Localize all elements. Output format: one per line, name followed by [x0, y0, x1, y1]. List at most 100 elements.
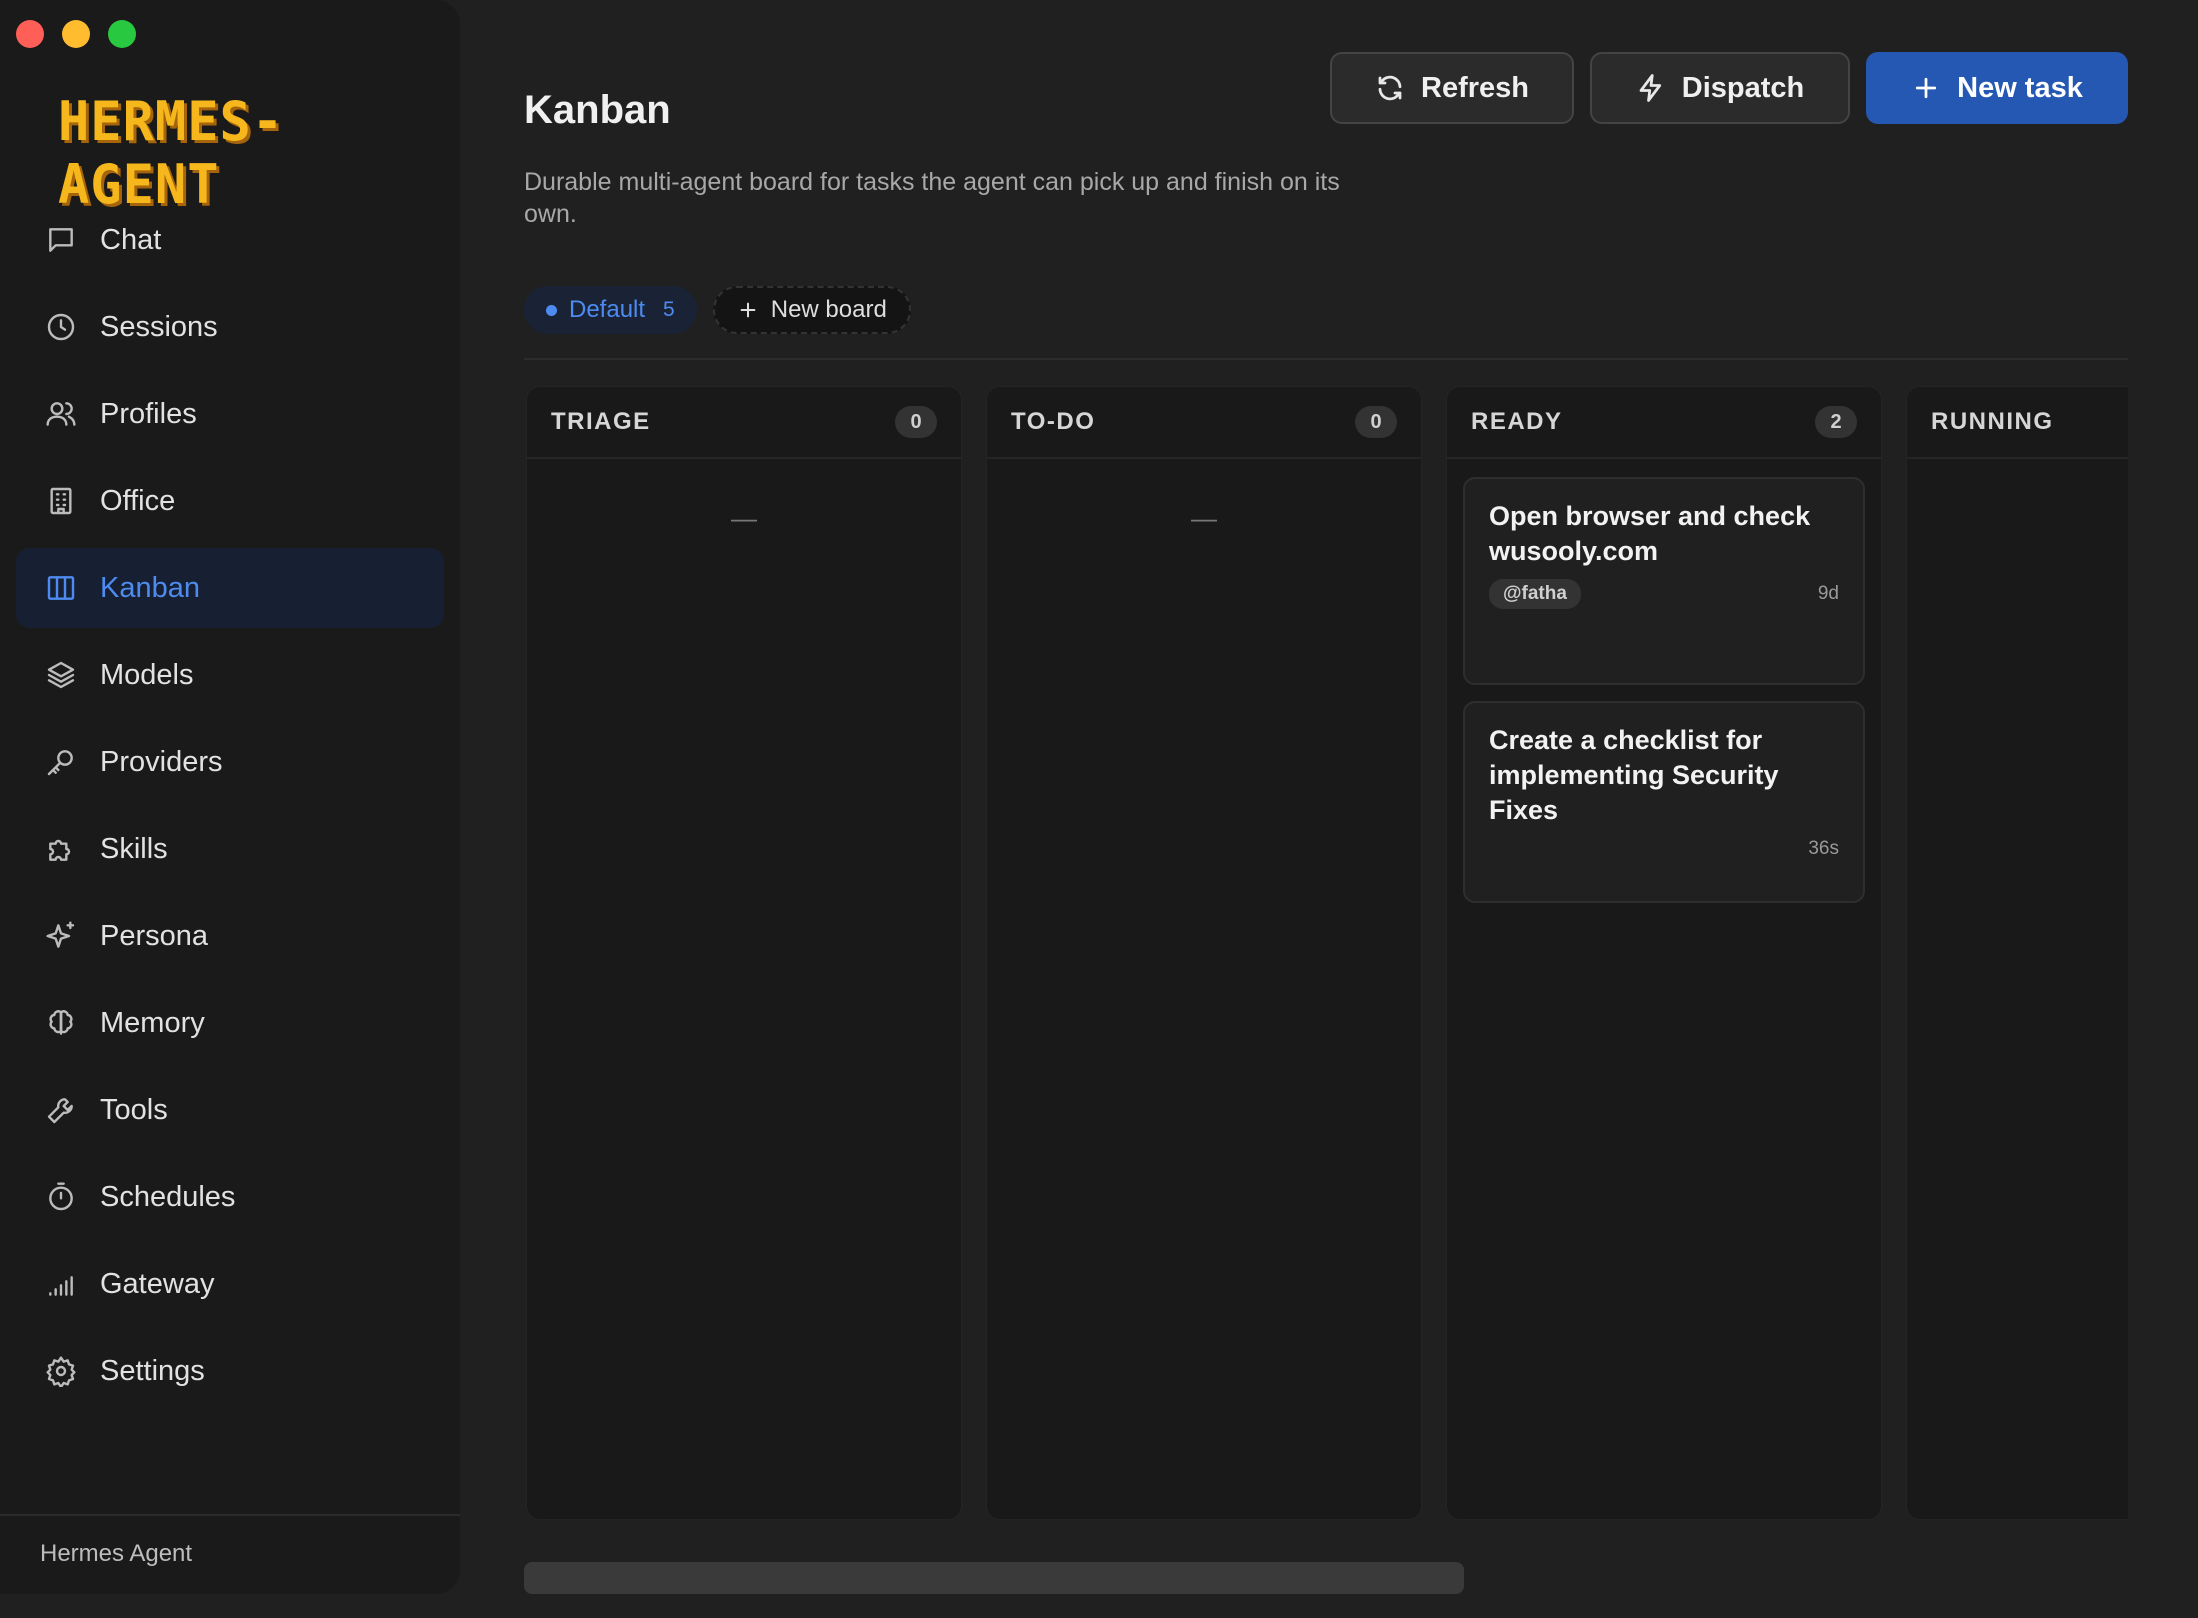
column-title: RUNNING — [1931, 408, 2054, 435]
sidebar-item-label: Profiles — [100, 397, 197, 430]
empty-placeholder: — — [1191, 503, 1217, 533]
refresh-button[interactable]: Refresh — [1330, 52, 1574, 124]
board-tab-default[interactable]: Default 5 — [524, 286, 697, 334]
sidebar-nav: Chat Sessions Profiles Office Kanban Mod… — [16, 200, 444, 1418]
active-dot-icon — [546, 304, 557, 316]
sidebar-item-label: Sessions — [100, 310, 218, 343]
chat-icon — [44, 223, 78, 257]
page-title: Kanban — [524, 88, 671, 132]
main-content: Kanban Durable multi-agent board for tas… — [460, 0, 2198, 1618]
column-running: RUNNING — — [1906, 386, 2128, 1520]
sidebar-item-tools[interactable]: Tools — [16, 1070, 444, 1150]
gear-icon — [44, 1354, 78, 1388]
page-description: Durable multi-agent board for tasks the … — [524, 168, 1340, 228]
sidebar-item-chat[interactable]: Chat — [16, 200, 444, 280]
sidebar-item-label: Kanban — [100, 571, 200, 604]
window-controls — [16, 20, 136, 48]
sidebar-item-memory[interactable]: Memory — [16, 983, 444, 1063]
sidebar-item-office[interactable]: Office — [16, 461, 444, 541]
task-meta: 36s — [1489, 838, 1839, 860]
sidebar-item-gateway[interactable]: Gateway — [16, 1244, 444, 1324]
column-count: 0 — [1355, 406, 1397, 438]
sidebar-item-label: Models — [100, 658, 194, 691]
task-card[interactable]: Open browser and check wusooly.com @fath… — [1463, 477, 1865, 685]
sidebar-item-label: Memory — [100, 1006, 205, 1039]
plus-icon — [1916, 77, 1937, 99]
brain-icon — [44, 1006, 78, 1040]
timer-icon — [44, 1180, 78, 1214]
sidebar-item-label: Gateway — [100, 1267, 215, 1300]
users-icon — [44, 397, 78, 431]
column-title: TRIAGE — [551, 408, 651, 435]
empty-placeholder: — — [1907, 503, 2128, 534]
plus-icon — [740, 302, 756, 318]
sidebar-item-profiles[interactable]: Profiles — [16, 374, 444, 454]
signal-icon — [44, 1267, 78, 1301]
key-icon — [44, 745, 78, 779]
column-triage: TRIAGE 0 — — [526, 386, 962, 1520]
board-count: 5 — [663, 298, 675, 321]
sidebar-item-providers[interactable]: Providers — [16, 722, 444, 802]
task-age: 9d — [1817, 583, 1839, 604]
zoom-window-button[interactable] — [108, 20, 136, 48]
sparkles-icon — [44, 919, 78, 953]
sidebar-item-label: Office — [100, 484, 176, 517]
task-title: Open browser and check wusooly.com — [1489, 501, 1811, 566]
building-icon — [44, 484, 78, 518]
sidebar-item-settings[interactable]: Settings — [16, 1331, 444, 1411]
sidebar-item-kanban[interactable]: Kanban — [16, 548, 444, 628]
column-ready: READY 2 Open browser and check wusooly.c… — [1446, 386, 1882, 1520]
dispatch-button[interactable]: Dispatch — [1590, 52, 1850, 124]
sidebar-item-label: Chat — [100, 223, 162, 256]
divider — [524, 358, 2128, 360]
sidebar-item-schedules[interactable]: Schedules — [16, 1157, 444, 1237]
new-task-button[interactable]: New task — [1866, 52, 2128, 124]
sidebar-item-label: Tools — [100, 1093, 168, 1126]
sidebar-item-label: Persona — [100, 919, 209, 952]
app-logo: HERMES-AGENT — [58, 90, 285, 217]
column-title: READY — [1471, 408, 1563, 435]
wrench-icon — [44, 1093, 78, 1127]
task-meta: @fatha 9d — [1489, 579, 1839, 609]
column-header: TRIAGE 0 — [527, 387, 961, 459]
horizontal-scrollbar[interactable] — [524, 1562, 1464, 1594]
task-age: 36s — [1808, 838, 1839, 859]
new-board-button[interactable]: New board — [712, 286, 911, 334]
column-count: 2 — [1815, 406, 1857, 438]
new-board-label: New board — [770, 296, 887, 323]
column-todo: TO-DO 0 — — [986, 386, 1422, 1520]
sidebar-item-label: Settings — [100, 1354, 205, 1387]
minimize-window-button[interactable] — [62, 20, 90, 48]
task-card[interactable]: Create a checklist for implementing Secu… — [1463, 701, 1865, 903]
column-title: TO-DO — [1011, 408, 1096, 435]
column-header: RUNNING — [1907, 387, 2128, 459]
sidebar-item-label: Providers — [100, 745, 223, 778]
kanban-icon — [44, 571, 78, 605]
board-name: Default — [569, 296, 646, 323]
sidebar-item-persona[interactable]: Persona — [16, 896, 444, 976]
sidebar-item-models[interactable]: Models — [16, 635, 444, 715]
app-window: HERMES-AGENT Chat Sessions Profiles Offi… — [0, 0, 2198, 1618]
lightning-icon — [1639, 74, 1661, 102]
task-title: Create a checklist for implementing Secu… — [1489, 725, 1779, 825]
sidebar-item-skills[interactable]: Skills — [16, 809, 444, 889]
sidebar-item-label: Schedules — [100, 1180, 236, 1213]
column-header: READY 2 — [1447, 387, 1881, 459]
puzzle-icon — [44, 832, 78, 866]
sidebar-item-sessions[interactable]: Sessions — [16, 287, 444, 367]
new-task-label: New task — [1957, 71, 2083, 104]
clock-icon — [44, 310, 78, 344]
header-actions: Refresh Dispatch New task — [1330, 52, 2128, 124]
close-window-button[interactable] — [16, 20, 44, 48]
dispatch-label: Dispatch — [1681, 71, 1805, 104]
kanban-board: TRIAGE 0 — TO-DO 0 — READY 2 Open browse… — [526, 386, 2128, 1520]
sidebar-footer: Hermes Agent — [0, 1514, 460, 1594]
refresh-label: Refresh — [1421, 71, 1529, 104]
sidebar-item-label: Skills — [100, 832, 168, 865]
column-count: 0 — [895, 406, 937, 438]
board-selector: Default 5 New board — [524, 286, 911, 334]
assignee-tag: @fatha — [1489, 579, 1581, 609]
refresh-icon — [1378, 75, 1402, 101]
sidebar: HERMES-AGENT Chat Sessions Profiles Offi… — [0, 0, 460, 1594]
column-header: TO-DO 0 — [987, 387, 1421, 459]
